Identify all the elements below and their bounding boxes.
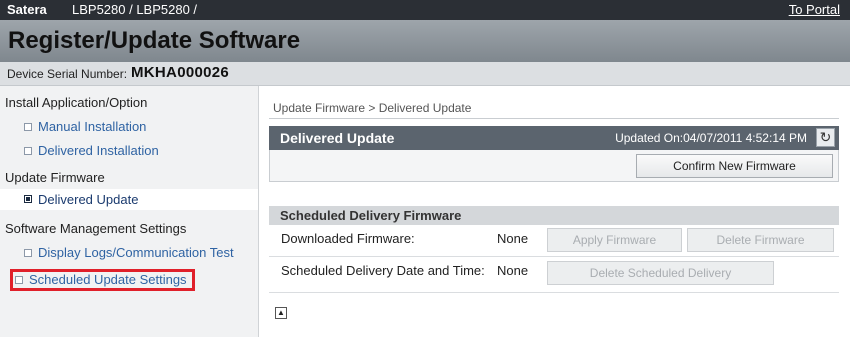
downloaded-firmware-label: Downloaded Firmware:	[281, 231, 415, 246]
delete-scheduled-delivery-button[interactable]: Delete Scheduled Delivery	[547, 261, 774, 285]
page-title: Register/Update Software	[8, 27, 301, 54]
serial-label: Device Serial Number:	[7, 67, 128, 81]
sidebar-item-delivered-update-row[interactable]: Delivered Update	[0, 189, 258, 210]
sidebar: Install Application/Option Manual Instal…	[0, 86, 259, 337]
highlight-box	[10, 269, 195, 291]
main-content: Update Firmware > Delivered Update Deliv…	[259, 86, 850, 337]
sidebar-item-delivered-update[interactable]: Delivered Update	[38, 192, 138, 207]
scheduled-date-value: None	[497, 263, 529, 278]
panel-title: Delivered Update	[280, 130, 395, 146]
scheduled-delivery-section-header: Scheduled Delivery Firmware	[269, 206, 839, 225]
downloaded-firmware-value: None	[497, 231, 529, 246]
sidebar-section-install: Install Application/Option	[5, 95, 148, 110]
sidebar-item-delivered-installation[interactable]: Delivered Installation	[38, 143, 159, 158]
square-bullet-icon	[24, 195, 32, 203]
row-divider	[269, 292, 839, 293]
serial-value: MKHA000026	[131, 64, 230, 81]
to-top-icon[interactable]: ▲	[275, 307, 287, 319]
delete-firmware-button[interactable]: Delete Firmware	[687, 228, 834, 252]
delivered-update-body: Confirm New Firmware	[269, 150, 839, 182]
row-divider	[269, 256, 839, 257]
printer-model: LBP5280 / LBP5280 /	[72, 2, 198, 17]
square-bullet-icon	[24, 123, 32, 131]
title-bar: Register/Update Software	[0, 20, 850, 62]
sidebar-section-update-firmware: Update Firmware	[5, 170, 105, 185]
updated-on-text: Updated On:04/07/2011 4:52:14 PM	[615, 131, 807, 145]
square-bullet-icon	[24, 249, 32, 257]
breadcrumb: Update Firmware > Delivered Update	[273, 101, 472, 115]
brand-name: Satera	[7, 2, 47, 17]
sidebar-item-display-logs[interactable]: Display Logs/Communication Test	[38, 245, 234, 260]
top-bar: Satera LBP5280 / LBP5280 / To Portal	[0, 0, 850, 20]
delivered-update-header: Delivered Update Updated On:04/07/2011 4…	[269, 126, 839, 150]
square-bullet-icon	[24, 147, 32, 155]
to-portal-link[interactable]: To Portal	[789, 2, 840, 17]
apply-firmware-button[interactable]: Apply Firmware	[547, 228, 682, 252]
confirm-new-firmware-button[interactable]: Confirm New Firmware	[636, 154, 833, 178]
section-title: Scheduled Delivery Firmware	[280, 208, 462, 223]
sidebar-item-manual-installation[interactable]: Manual Installation	[38, 119, 146, 134]
scheduled-date-label: Scheduled Delivery Date and Time:	[281, 263, 485, 278]
breadcrumb-divider	[269, 118, 839, 119]
serial-bar: Device Serial Number: MKHA000026	[0, 62, 850, 86]
sidebar-section-software-management: Software Management Settings	[5, 221, 187, 236]
refresh-icon[interactable]: ↻	[816, 128, 835, 147]
